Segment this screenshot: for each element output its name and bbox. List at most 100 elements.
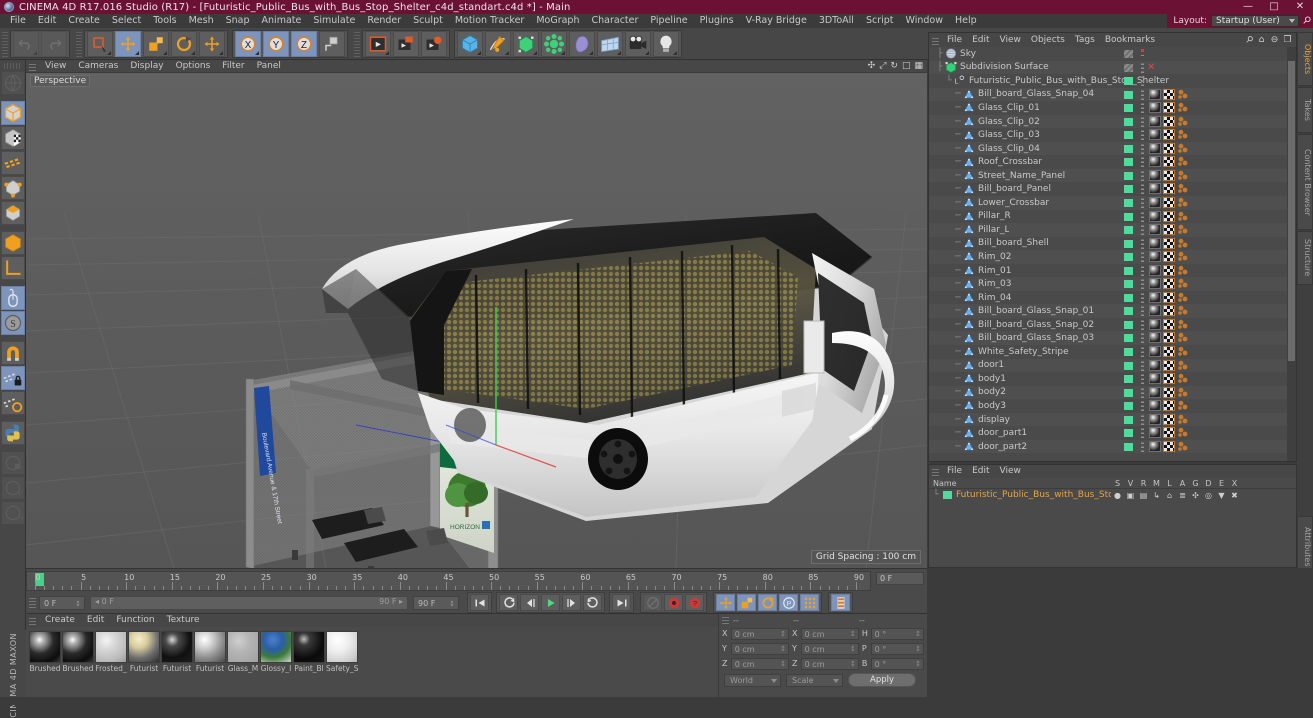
menu-item-edit[interactable]: Edit — [32, 14, 62, 28]
flyout-corner-icon[interactable] — [477, 51, 481, 55]
visibility-dots[interactable] — [1141, 401, 1144, 411]
selection-tag[interactable] — [1177, 265, 1189, 276]
layer-column-v[interactable]: V — [1124, 479, 1137, 488]
dock-tab-takes[interactable]: Takes — [1297, 87, 1313, 133]
object-enable-toggle[interactable] — [1124, 240, 1133, 248]
menu-item-script[interactable]: Script — [860, 14, 900, 28]
selection-tag[interactable] — [1177, 211, 1189, 222]
manager-icon[interactable]: ↳ — [1150, 491, 1163, 500]
visibility-dots[interactable] — [1141, 171, 1144, 181]
layer-menu-view[interactable]: View — [995, 465, 1026, 478]
scale-key-icon[interactable] — [737, 594, 756, 611]
object-enable-toggle[interactable] — [1124, 104, 1133, 112]
tree-branch-icon[interactable]: ─ — [953, 266, 963, 276]
selection-tag[interactable] — [1177, 346, 1189, 357]
uvw-tag[interactable] — [1163, 332, 1175, 343]
object-menu-edit[interactable]: Edit — [967, 33, 994, 47]
coordinate-size-field[interactable]: 0 cm↕ — [801, 658, 859, 670]
play-icon[interactable] — [541, 594, 560, 611]
xpresso-icon[interactable]: ✖ — [1228, 491, 1241, 500]
visibility-dots[interactable] — [1141, 415, 1144, 425]
tree-branch-icon[interactable]: ─ — [953, 238, 963, 248]
visibility-dots[interactable] — [1141, 347, 1144, 357]
material-tag[interactable] — [1149, 400, 1161, 411]
menu-item-mograph[interactable]: MoGraph — [530, 14, 585, 28]
selection-tag[interactable] — [1177, 332, 1189, 343]
object-enable-toggle[interactable] — [1124, 334, 1133, 342]
uvw-tag[interactable] — [1163, 143, 1175, 154]
layer-column-l[interactable]: L — [1163, 479, 1176, 488]
uvw-tag[interactable] — [1163, 265, 1175, 276]
flyout-corner-icon[interactable] — [673, 51, 677, 55]
selection-tag[interactable] — [1177, 292, 1189, 303]
material-tag[interactable] — [1149, 129, 1161, 140]
object-menu-file[interactable]: File — [942, 33, 967, 47]
viewport-menu-view[interactable]: View — [39, 60, 72, 73]
material-preview-sphere[interactable] — [128, 631, 160, 663]
tree-branch-icon[interactable]: ─ — [953, 293, 963, 303]
visibility-dots[interactable] — [1141, 374, 1144, 384]
model-mode-icon[interactable] — [1, 101, 25, 125]
camera-icon[interactable] — [625, 31, 651, 57]
viewport-single-view-icon[interactable]: □ — [902, 61, 911, 71]
parameter-key-icon[interactable]: P — [779, 594, 798, 611]
object-enable-toggle[interactable] — [1124, 267, 1133, 275]
menu-item-create[interactable]: Create — [62, 14, 106, 28]
object-enable-toggle[interactable] — [1124, 375, 1133, 383]
material-cell[interactable]: Glossy_I — [260, 631, 292, 673]
material-menu-function[interactable]: Function — [110, 614, 160, 627]
selection-tag[interactable] — [1177, 143, 1189, 154]
object-tree[interactable]: ├Sky├Subdivision Surface✕└LFuturistic_Pu… — [929, 47, 1296, 461]
expressions-icon[interactable]: ▼ — [1215, 491, 1228, 500]
visibility-dots[interactable] — [1141, 212, 1144, 222]
dock-tab-objects[interactable]: Objects — [1297, 32, 1313, 86]
object-enable-toggle[interactable] — [1124, 389, 1133, 397]
object-enable-toggle[interactable] — [1124, 131, 1133, 139]
x-axis-icon[interactable]: X — [235, 31, 261, 57]
material-cell[interactable]: Futurist — [194, 631, 226, 673]
layer-menu-grip[interactable] — [932, 467, 939, 476]
tree-branch-icon[interactable]: ─ — [953, 333, 963, 343]
flyout-corner-icon[interactable] — [107, 51, 111, 55]
material-tag[interactable] — [1149, 89, 1161, 100]
solo-icon[interactable]: ● — [1111, 491, 1124, 500]
visibility-dots[interactable] — [1141, 90, 1144, 100]
visibility-dots[interactable] — [1141, 252, 1144, 262]
object-enable-toggle[interactable] — [1124, 362, 1133, 370]
viewport-move-icon[interactable]: ✣ — [868, 61, 876, 71]
tree-branch-icon[interactable]: ─ — [953, 374, 963, 384]
object-row[interactable]: ├Sky — [929, 47, 1296, 61]
object-enable-toggle[interactable] — [1124, 402, 1133, 410]
tree-branch-icon[interactable]: ├ — [935, 49, 945, 59]
spline-pen-icon[interactable] — [485, 31, 511, 57]
tree-branch-icon[interactable]: ─ — [953, 320, 963, 330]
undo-icon[interactable] — [13, 31, 39, 57]
material-preview-sphere[interactable] — [194, 631, 226, 663]
current-frame-field[interactable]: 0 F↕ — [39, 596, 85, 610]
viewport-solo-icon[interactable] — [1, 451, 25, 475]
uvw-tag[interactable] — [1163, 414, 1175, 425]
visibility-dots[interactable] — [1141, 306, 1144, 316]
timeline-icon[interactable] — [831, 594, 850, 611]
tree-branch-icon[interactable]: ─ — [953, 157, 963, 167]
tree-branch-icon[interactable]: ─ — [953, 225, 963, 235]
menu-item-animate[interactable]: Animate — [256, 14, 308, 28]
selection-tag[interactable] — [1177, 224, 1189, 235]
object-enable-toggle[interactable] — [1124, 321, 1133, 329]
environment-icon[interactable] — [597, 31, 623, 57]
layer-column-g[interactable]: G — [1189, 479, 1202, 488]
selection-tag[interactable] — [1177, 183, 1189, 194]
viewport-3d[interactable]: Perspective Grid Spacing : 100 cm — [26, 73, 927, 568]
position-key-icon[interactable] — [716, 594, 735, 611]
flyout-corner-icon[interactable] — [533, 51, 537, 55]
object-tree-scrollbar[interactable] — [1287, 47, 1296, 461]
go-to-end-icon[interactable] — [612, 594, 631, 611]
material-tag[interactable] — [1149, 319, 1161, 330]
uvw-tag[interactable] — [1163, 251, 1175, 262]
material-preview-sphere[interactable] — [161, 631, 193, 663]
object-row[interactable]: ─Rim_01 — [929, 264, 1296, 278]
material-tag[interactable] — [1149, 332, 1161, 343]
object-row[interactable]: ─door_part2 — [929, 440, 1296, 454]
uvw-tag[interactable] — [1163, 116, 1175, 127]
visibility-dots[interactable] — [1141, 225, 1144, 235]
